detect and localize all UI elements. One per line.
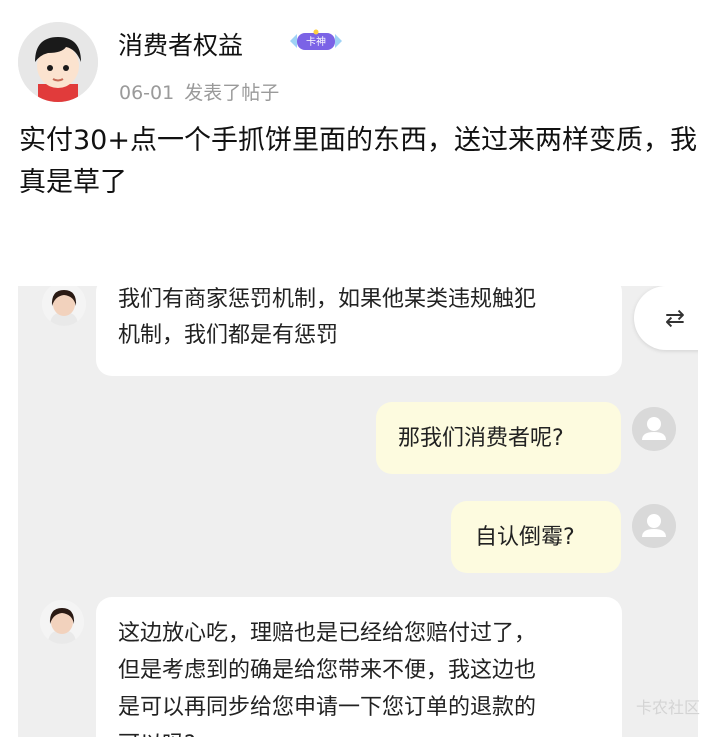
message-line: 这边放心吃，理赔也是已经给您赔付过了， [118,621,537,646]
post-body: 实付30+点一个手抓饼里面的东西，送过来两样变质，我真是草了 [19,125,697,198]
chat-message-left: 这边放心吃，理赔也是已经给您赔付过了， 但是考虑到的确是给您带来不便，我这边也 … [96,597,622,737]
user-avatar-placeholder-icon [632,407,676,451]
user-badge: 卡神 [287,29,345,53]
post-meta: 06-01 发表了帖子 [119,78,289,105]
watermark: 卡农社区 [635,698,700,717]
chat-screenshot: 我们有商家惩罚机制，如果他某类违规触犯 机制，我们都是有惩罚 ⇄ 那我们消费者呢… [18,286,698,737]
post-action: 发表了帖子 [184,82,280,104]
message-line: 是可以再同步给您申请一下您订单的退款的 [118,695,537,720]
switch-button[interactable]: ⇄ [634,286,698,350]
user-avatar-placeholder-icon [632,504,676,548]
chat-message-right: 自认倒霉? [451,501,621,573]
chat-message-left: 我们有商家惩罚机制，如果他某类违规触犯 机制，我们都是有惩罚 [96,286,622,376]
user-avatar[interactable] [18,22,98,102]
message-line: 但是考虑到的确是给您带来不便，我这边也 [118,658,537,683]
message-text: 自认倒霉? [475,525,575,550]
badge-text: 卡神 [306,35,326,48]
agent-avatar [40,600,84,644]
message-text: 那我们消费者呢? [398,426,564,451]
post-date: 06-01 [119,82,175,104]
chat-message-right: 那我们消费者呢? [376,402,621,474]
agent-avatar [42,286,86,326]
message-line: 可以吗? [118,726,196,737]
message-line: 我们有商家惩罚机制，如果他某类违规触犯 [118,287,537,312]
username[interactable]: 消费者权益 [118,26,243,62]
message-line: 机制，我们都是有惩罚 [118,323,339,348]
